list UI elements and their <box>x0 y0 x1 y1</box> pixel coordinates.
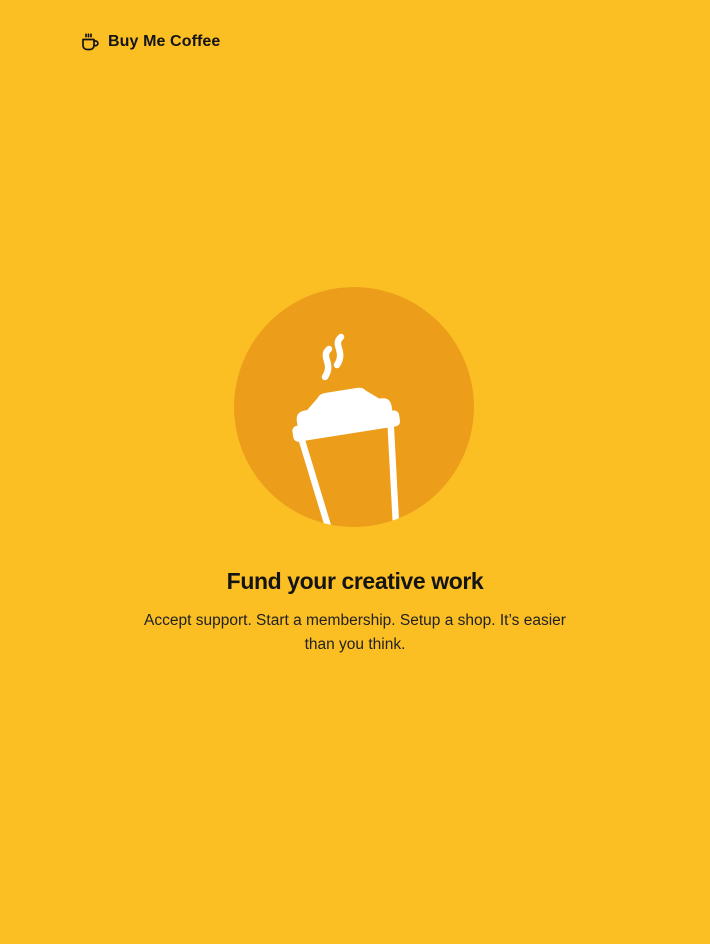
coffee-cup-icon <box>82 33 99 51</box>
brand-logo[interactable]: Buy Me Coffee <box>80 30 220 54</box>
hero-subtitle: Accept support. Start a membership. Setu… <box>144 612 566 653</box>
takeaway-coffee-cup-icon <box>234 287 474 527</box>
hero-title: Fund your creative work <box>226 568 484 594</box>
hero-illustration <box>234 287 474 527</box>
brand-name: Buy Me Coffee <box>108 33 221 50</box>
